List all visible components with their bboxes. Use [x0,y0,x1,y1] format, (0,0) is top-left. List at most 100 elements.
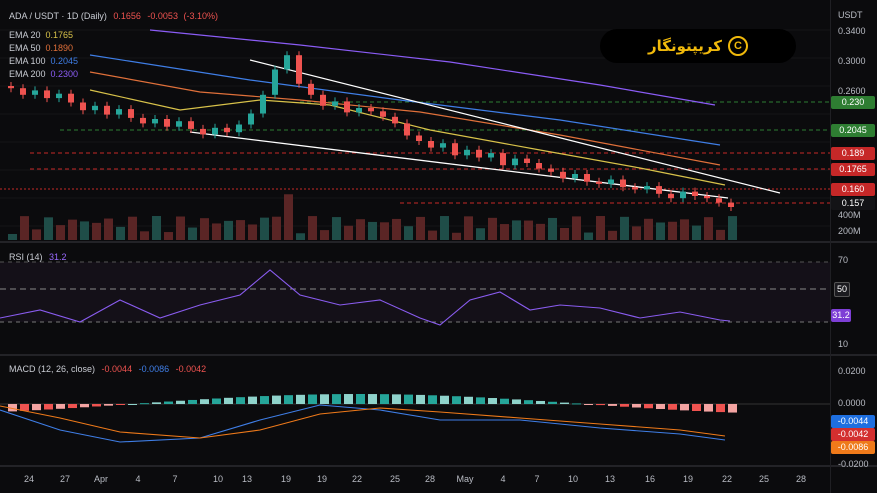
macd-histogram-bar [260,396,269,404]
candle-body [260,94,266,114]
candle-body [20,88,26,95]
volume-bar [224,220,233,240]
macd-histogram-bar [188,399,197,404]
macd-histogram-bar [56,404,65,409]
brand-logo: کریپتونگار C [600,29,796,63]
candle-body [392,116,398,124]
volume-bar [284,194,293,240]
ema-100-legend[interactable]: EMA 100 0.2045 [9,56,78,66]
chart-header: ADA / USDT · 1D (Daily) 0.1656 -0.0053 (… [9,11,218,21]
time-tick: Apr [93,474,109,484]
macd-histogram-bar [500,398,509,404]
macd-histogram-bar [272,395,281,404]
volume-bar [44,217,53,240]
time-tick: 13 [604,474,616,484]
ema-50-legend[interactable]: EMA 50 0.1890 [9,43,73,53]
macd-histogram-bar [308,394,317,404]
pane-divider[interactable] [0,241,877,243]
volume-tick: 400M [838,210,861,220]
macd-histogram-bar [68,404,77,409]
volume-bar [632,226,641,240]
pane-divider [0,465,877,467]
candle-body [224,127,230,133]
candle-body [344,101,350,113]
macd-histogram-bar [368,394,377,404]
volume-bar [356,219,365,240]
candle-body [212,127,218,135]
macd-histogram-bar [44,404,53,410]
ema-200-label: EMA 200 [9,69,46,79]
candle-body [644,186,650,190]
volume-bar [572,216,581,240]
macd-histogram-bar [548,401,557,404]
volume-bar [536,223,545,240]
candle-body [200,128,206,135]
ema-20-legend[interactable]: EMA 20 0.1765 [9,30,73,40]
candle-body [152,119,158,124]
ema-100-price-tag: 0.2045 [831,124,875,137]
chart-canvas[interactable] [0,0,877,493]
candle-body [176,121,182,127]
macd-histogram-bar [320,394,329,404]
volume-bar [344,225,353,240]
macd-histogram-bar [104,404,113,406]
macd-histogram-bar [392,394,401,404]
macd-histogram-bar [524,400,533,404]
macd-tick: 0.0200 [838,366,866,376]
volume-bar [20,216,29,240]
volume-bar [416,216,425,240]
macd-histogram-bar [536,400,545,404]
macd-legend[interactable]: MACD (12, 26, close) -0.0044 -0.0086 -0.… [9,364,206,374]
pane-divider[interactable] [0,354,877,356]
candle-body [656,186,662,194]
macd-histogram-bar [428,395,437,404]
macd-histogram-bar [464,396,473,404]
volume-bar [488,217,497,240]
candle-body [584,174,590,182]
candle-body [488,153,494,158]
time-tick: 4 [500,474,506,484]
volume-bar [152,216,161,240]
trading-chart[interactable]: ADA / USDT · 1D (Daily) 0.1656 -0.0053 (… [0,0,877,493]
currency-label: USDT [838,10,863,20]
candle-body [632,187,638,190]
candle-body [596,181,602,184]
volume-bar [404,226,413,240]
ema-200-legend[interactable]: EMA 200 0.2300 [9,69,78,79]
time-tick: 7 [534,474,540,484]
volume-bar [32,229,41,240]
macd-histogram-bar [284,395,293,404]
rsi-tick: 10 [838,339,849,349]
candle-body [728,202,734,207]
last-price: 0.1656 [113,11,141,21]
ema-100-value: 0.2045 [50,56,79,66]
macd-histogram-bar [704,404,713,412]
symbol-label: ADA / USDT · 1D (Daily) [9,11,107,21]
volume-bar [584,232,593,240]
candle-body [140,117,146,124]
volume-bar [380,222,389,240]
ema-50-label: EMA 50 [9,43,41,53]
candle-body [668,193,674,199]
macd-histogram-bar [248,396,257,404]
volume-bar [608,230,617,240]
volume-bar [428,230,437,240]
candle-body [248,113,254,125]
volume-bar [212,223,221,240]
macd-histogram-bar [452,396,461,404]
volume-bar [188,227,197,240]
volume-bar [128,216,137,240]
candle-body [356,108,362,113]
macd-histogram-bar [668,404,677,410]
macd-histogram-bar [212,398,221,404]
macd-histogram-bar [344,394,353,404]
brand-mark-icon: C [727,36,748,56]
candle-body [188,121,194,129]
macd-signal-value: -0.0042 [175,364,207,374]
rsi-legend[interactable]: RSI (14) 31.2 [9,252,67,262]
macd-histogram-bar [164,401,173,404]
macd-histogram-bar [224,397,233,404]
macd-histogram-bar [488,398,497,404]
macd-histogram-bar [512,399,521,404]
macd-histogram-bar [92,404,101,407]
